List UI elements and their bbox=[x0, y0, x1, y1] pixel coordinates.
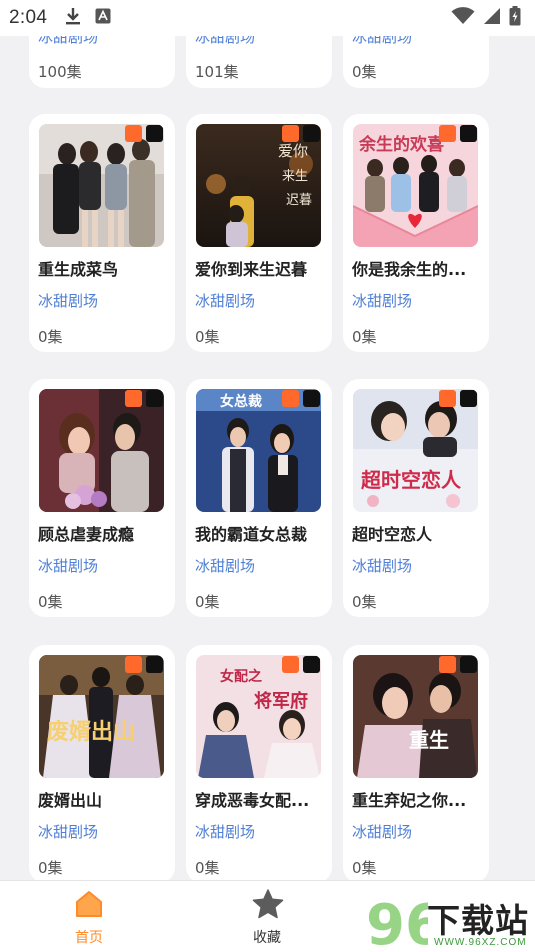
drama-cover[interactable]: 爱你 来生 迟暮 bbox=[196, 124, 321, 247]
card-episodes: 0集 bbox=[352, 328, 377, 346]
douyin-badge-icon bbox=[146, 125, 163, 142]
card-episodes: 0集 bbox=[195, 593, 220, 611]
svg-text:重生: 重生 bbox=[409, 728, 449, 752]
watermark-logo: 96 下载站 WWW.96XZ.COM bbox=[364, 886, 535, 952]
card-title: 穿成恶毒女配... bbox=[195, 791, 310, 810]
douyin-badge-icon bbox=[303, 125, 320, 142]
kuaishou-badge-icon bbox=[125, 656, 142, 673]
drama-cover[interactable]: 女配之 将军府 bbox=[196, 655, 321, 778]
wifi-icon bbox=[451, 7, 475, 29]
svg-text:将军府: 将军府 bbox=[254, 690, 308, 712]
drama-feed[interactable]: 冰甜剧场 100集 冰甜剧场 101集 冰甜剧场 0集 重生成菜鸟 冰甜剧场 0… bbox=[0, 0, 535, 880]
drama-card[interactable]: 顾总虐妻成瘾 冰甜剧场 0集 bbox=[29, 379, 175, 617]
card-title: 爱你到来生迟暮 bbox=[195, 260, 308, 279]
card-title: 重生弃妃之你... bbox=[352, 791, 467, 810]
app-screen: 冰甜剧场 100集 冰甜剧场 101集 冰甜剧场 0集 重生成菜鸟 冰甜剧场 0… bbox=[0, 0, 535, 952]
drama-card[interactable]: 重生成菜鸟 冰甜剧场 0集 bbox=[29, 114, 175, 352]
drama-card[interactable]: 重生 重生弃妃之你... 冰甜剧场 0集 bbox=[343, 645, 489, 880]
nav-label-home: 首页 bbox=[75, 930, 103, 946]
kuaishou-badge-icon bbox=[125, 125, 142, 142]
nav-label-favorites: 收藏 bbox=[253, 930, 281, 946]
card-source: 冰甜剧场 bbox=[195, 823, 256, 841]
kuaishou-badge-icon bbox=[282, 656, 299, 673]
card-source: 冰甜剧场 bbox=[38, 292, 99, 310]
status-bar: 2:04 bbox=[0, 0, 535, 36]
card-source: 冰甜剧场 bbox=[195, 292, 256, 310]
status-time: 2:04 bbox=[9, 7, 48, 28]
watermark-96-icon: 96 bbox=[366, 893, 444, 952]
card-source: 冰甜剧场 bbox=[352, 557, 413, 575]
douyin-badge-icon bbox=[460, 125, 477, 142]
douyin-badge-icon bbox=[146, 390, 163, 407]
card-episodes: 0集 bbox=[38, 593, 63, 611]
card-title: 废婿出山 bbox=[38, 791, 103, 810]
star-icon bbox=[252, 889, 284, 923]
douyin-badge-icon bbox=[303, 656, 320, 673]
card-title: 重生成菜鸟 bbox=[38, 260, 119, 279]
kuaishou-badge-icon bbox=[125, 390, 142, 407]
drama-card[interactable]: 女配之 将军府 穿成恶毒女配... 冰甜剧场 0集 bbox=[186, 645, 332, 880]
card-episodes: 0集 bbox=[195, 328, 220, 346]
notification-a-icon bbox=[95, 8, 111, 28]
svg-text:女总裁: 女总裁 bbox=[220, 393, 262, 410]
kuaishou-badge-icon bbox=[439, 390, 456, 407]
drama-cover[interactable]: 女总裁 bbox=[196, 389, 321, 512]
card-source: 冰甜剧场 bbox=[38, 823, 99, 841]
card-episodes: 0集 bbox=[38, 859, 63, 877]
drama-cover[interactable]: 余生的欢喜 bbox=[353, 124, 478, 247]
card-title: 超时空恋人 bbox=[352, 525, 433, 544]
kuaishou-badge-icon bbox=[439, 125, 456, 142]
kuaishou-badge-icon bbox=[439, 656, 456, 673]
douyin-badge-icon bbox=[460, 656, 477, 673]
drama-cover[interactable]: 重生 bbox=[353, 655, 478, 778]
drama-card[interactable]: 女总裁 我的霸道女总裁 冰甜剧场 0集 bbox=[186, 379, 332, 617]
svg-text:废婿出山: 废婿出山 bbox=[47, 719, 135, 745]
svg-text:96: 96 bbox=[366, 893, 428, 952]
watermark-text: 下载站 bbox=[427, 901, 529, 940]
card-episodes: 100集 bbox=[38, 63, 82, 81]
card-episodes: 0集 bbox=[38, 328, 63, 346]
drama-card[interactable]: 废婿出山 废婿出山 冰甜剧场 0集 bbox=[29, 645, 175, 880]
card-source: 冰甜剧场 bbox=[38, 557, 99, 575]
drama-cover[interactable] bbox=[39, 124, 164, 247]
card-episodes: 0集 bbox=[195, 859, 220, 877]
battery-icon bbox=[509, 6, 521, 30]
card-source: 冰甜剧场 bbox=[352, 292, 413, 310]
kuaishou-badge-icon bbox=[282, 390, 299, 407]
cover-text: 爱你 bbox=[278, 142, 308, 160]
svg-text:来生: 来生 bbox=[282, 169, 308, 184]
drama-cover[interactable]: 废婿出山 bbox=[39, 655, 164, 778]
card-episodes: 0集 bbox=[352, 593, 377, 611]
drama-card[interactable]: 超时空恋人 超时空恋人 冰甜剧场 0集 bbox=[343, 379, 489, 617]
card-episodes: 101集 bbox=[195, 63, 239, 81]
drama-card[interactable]: 爱你 来生 迟暮 爱你到来生迟暮 冰甜剧场 0集 bbox=[186, 114, 332, 352]
douyin-badge-icon bbox=[303, 390, 320, 407]
card-source: 冰甜剧场 bbox=[352, 823, 413, 841]
watermark-url: WWW.96XZ.COM bbox=[434, 937, 527, 948]
douyin-badge-icon bbox=[146, 656, 163, 673]
card-title: 你是我余生的... bbox=[352, 260, 467, 279]
card-source: 冰甜剧场 bbox=[195, 557, 256, 575]
drama-cover[interactable]: 超时空恋人 bbox=[353, 389, 478, 512]
signal-icon bbox=[483, 7, 501, 29]
home-icon bbox=[74, 889, 104, 923]
nav-item-favorites[interactable]: 收藏 bbox=[207, 881, 327, 952]
douyin-badge-icon bbox=[460, 390, 477, 407]
download-icon bbox=[65, 7, 81, 29]
card-episodes: 0集 bbox=[352, 63, 377, 81]
drama-cover[interactable] bbox=[39, 389, 164, 512]
svg-text:女配之: 女配之 bbox=[220, 668, 262, 685]
svg-text:超时空恋人: 超时空恋人 bbox=[360, 468, 462, 492]
card-title: 顾总虐妻成瘾 bbox=[38, 525, 135, 544]
nav-item-home[interactable]: 首页 bbox=[29, 881, 149, 952]
kuaishou-badge-icon bbox=[282, 125, 299, 142]
card-episodes: 0集 bbox=[352, 859, 377, 877]
svg-text:余生的欢喜: 余生的欢喜 bbox=[358, 134, 444, 155]
svg-text:迟暮: 迟暮 bbox=[286, 193, 312, 208]
drama-card[interactable]: 余生的欢喜 你是我余生的... 冰甜剧场 0集 bbox=[343, 114, 489, 352]
card-title: 我的霸道女总裁 bbox=[195, 525, 308, 544]
